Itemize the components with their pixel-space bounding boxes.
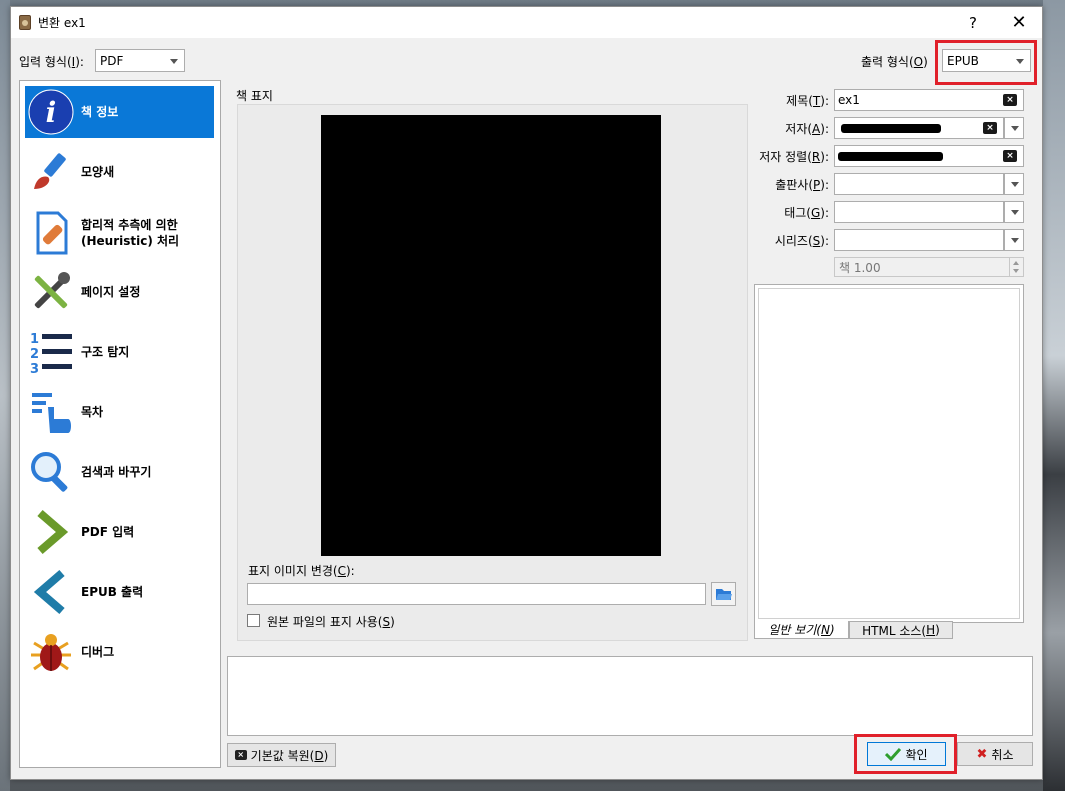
chevron-down-icon xyxy=(170,59,178,64)
series-index-value: 책 1.00 xyxy=(839,260,881,275)
clear-icon[interactable]: × xyxy=(1003,150,1017,162)
sidebar-item-book-info[interactable]: i 책 정보 xyxy=(25,86,214,138)
svg-text:3: 3 xyxy=(30,362,39,375)
cancel-button[interactable]: ✖ 취소 xyxy=(957,742,1033,766)
author-dropdown-button[interactable] xyxy=(1004,117,1024,139)
sidebar-item-look-and-feel[interactable]: 모양새 xyxy=(25,146,214,198)
clear-icon: × xyxy=(234,750,247,760)
restore-defaults-label: 기본값 복원(D) xyxy=(250,748,329,763)
series-index-spinbox[interactable]: 책 1.00 xyxy=(834,257,1024,277)
paintbrush-icon xyxy=(25,146,77,198)
sidebar-item-toc[interactable]: 목차 xyxy=(25,386,214,438)
input-format-label: 입력 형식(I): xyxy=(19,55,84,69)
series-dropdown-button[interactable] xyxy=(1004,229,1024,251)
output-format-label: 출력 형식(O) xyxy=(861,55,928,69)
comments-editor[interactable] xyxy=(754,284,1024,623)
author-label: 저자(A): xyxy=(785,122,829,136)
tags-field[interactable] xyxy=(834,201,1004,223)
use-source-cover-checkbox[interactable] xyxy=(247,614,260,627)
chevron-right-icon xyxy=(25,506,77,558)
clear-icon[interactable]: × xyxy=(983,122,997,134)
sidebar-item-search-replace[interactable]: 검색과 바꾸기 xyxy=(25,446,214,498)
desktop-background-left xyxy=(0,0,10,791)
series-label: 시리즈(S): xyxy=(774,234,829,248)
tags-label: 태그(G): xyxy=(784,206,829,220)
sidebar-item-label: 책 정보 xyxy=(81,105,119,119)
cancel-label: 취소 xyxy=(991,747,1014,762)
chevron-left-icon xyxy=(25,566,77,618)
close-button[interactable]: ✕ xyxy=(996,7,1042,38)
author-field[interactable]: × xyxy=(834,117,1004,139)
sidebar-item-label: EPUB 출력 xyxy=(81,585,144,599)
calibre-app-icon xyxy=(19,15,31,30)
convert-dialog: 변환 ex1 ? ✕ 입력 형식(I): PDF 출력 형식(O) EPUB i… xyxy=(10,6,1043,780)
publisher-field[interactable] xyxy=(834,173,1004,195)
sidebar-item-label: 모양새 xyxy=(81,165,115,179)
sidebar-item-label: PDF 입력 xyxy=(81,525,135,539)
highlight-box-ok xyxy=(854,734,957,774)
sidebar-item-heuristics[interactable]: 합리적 추측에 의한 (Heuristic) 처리 xyxy=(25,204,214,262)
title-label: 제목(T): xyxy=(786,94,829,108)
x-icon: ✖ xyxy=(976,746,988,762)
info-icon: i xyxy=(25,86,77,138)
sidebar-item-label: 검색과 바꾸기 xyxy=(81,465,152,479)
cover-image xyxy=(321,115,661,556)
title-value: ex1 xyxy=(838,93,860,107)
author-sort-field[interactable]: × xyxy=(834,145,1024,167)
sidebar-item-debug[interactable]: 디버그 xyxy=(25,626,214,678)
input-format-value: PDF xyxy=(100,53,124,68)
svg-text:i: i xyxy=(46,96,57,129)
change-cover-label: 표지 이미지 변경(C): xyxy=(248,564,355,578)
sidebar-item-page-setup[interactable]: 페이지 설정 xyxy=(25,266,214,318)
sidebar-item-epub-output[interactable]: EPUB 출력 xyxy=(25,566,214,618)
use-source-cover-label: 원본 파일의 표지 사용(S) xyxy=(267,615,395,629)
magnifier-icon xyxy=(25,446,77,498)
publisher-label: 출판사(P): xyxy=(775,178,829,192)
input-format-select[interactable]: PDF xyxy=(95,49,185,72)
document-bandage-icon xyxy=(25,207,77,259)
folder-open-icon xyxy=(715,589,732,600)
sidebar-item-label: 페이지 설정 xyxy=(81,285,141,299)
desktop-background-right xyxy=(1043,0,1065,791)
tab-normal-view[interactable]: 일반 보기(N) xyxy=(754,621,849,639)
numbered-list-icon: 123 xyxy=(25,326,77,378)
sidebar-item-label: 목차 xyxy=(81,405,104,419)
sidebar-item-pdf-input[interactable]: PDF 입력 xyxy=(25,506,214,558)
cover-heading: 책 표지 xyxy=(236,89,273,103)
author-sort-label: 저자 정렬(R): xyxy=(759,150,829,164)
sidebar: i 책 정보 모양새 합리적 추측에 의한 (Heuristic) 처리 페이지… xyxy=(19,80,221,768)
bug-icon xyxy=(25,626,77,678)
redaction-mark xyxy=(838,152,943,161)
clear-icon[interactable]: × xyxy=(1003,94,1017,106)
publisher-dropdown-button[interactable] xyxy=(1004,173,1024,195)
title-field[interactable]: ex1 × xyxy=(834,89,1024,111)
spin-arrows-icon[interactable] xyxy=(1009,258,1023,276)
restore-defaults-button[interactable]: × 기본값 복원(D) xyxy=(227,743,336,767)
sidebar-item-label: 디버그 xyxy=(81,645,115,659)
cover-path-input[interactable] xyxy=(247,583,706,605)
comments-text-area[interactable] xyxy=(758,288,1020,619)
tools-icon xyxy=(25,266,77,318)
sidebar-item-label: 구조 탐지 xyxy=(81,345,130,359)
sidebar-item-label: 합리적 추측에 의한 (Heuristic) 처리 xyxy=(81,218,180,248)
help-button[interactable]: ? xyxy=(950,7,996,38)
svg-text:1: 1 xyxy=(30,332,39,347)
svg-text:2: 2 xyxy=(30,347,39,362)
browse-cover-button[interactable] xyxy=(711,582,736,606)
tab-html-source[interactable]: HTML 소스(H) xyxy=(849,621,953,639)
window-title: 변환 ex1 xyxy=(38,16,86,30)
message-box xyxy=(227,656,1033,736)
title-bar: 변환 ex1 ? ✕ xyxy=(11,7,1042,38)
redaction-mark xyxy=(841,124,941,133)
toc-hand-icon xyxy=(25,386,77,438)
sidebar-item-structure-detection[interactable]: 123 구조 탐지 xyxy=(25,326,214,378)
highlight-box-output-format xyxy=(935,40,1037,85)
tags-dropdown-button[interactable] xyxy=(1004,201,1024,223)
series-field[interactable] xyxy=(834,229,1004,251)
